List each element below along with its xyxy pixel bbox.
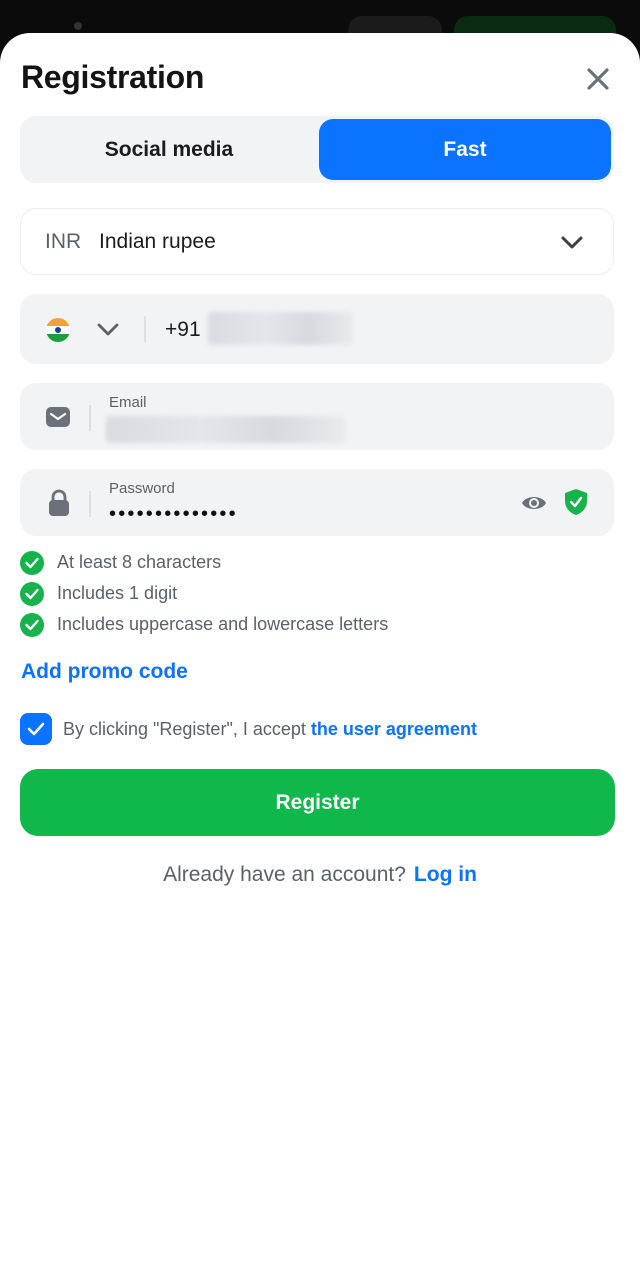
login-prompt: Already have an account? Log in [0, 863, 640, 887]
password-field: Password •••••••••••••• [20, 469, 614, 536]
close-button[interactable] [580, 61, 616, 97]
close-icon [587, 68, 609, 90]
email-input[interactable] [106, 416, 346, 443]
login-prompt-text: Already have an account? [163, 863, 406, 886]
page-title: Registration [21, 59, 205, 95]
rule-text: Includes 1 digit [57, 583, 178, 603]
currency-name: Indian rupee [99, 230, 216, 253]
mail-icon [46, 407, 70, 427]
check-circle-icon [20, 581, 44, 606]
tab-social-media[interactable]: Social media [23, 119, 315, 180]
check-circle-icon [20, 550, 44, 575]
list-item: Includes 1 digit [20, 578, 388, 609]
currency-select[interactable]: INR Indian rupee [20, 208, 614, 275]
register-button[interactable]: Register [20, 769, 615, 836]
password-input[interactable]: •••••••••••••• [109, 503, 238, 526]
phone-field: +91 [20, 294, 614, 364]
divider [144, 316, 146, 342]
agreement-text: By clicking "Register", I accept [63, 718, 306, 739]
shield-icon [565, 489, 587, 515]
lock-icon [49, 489, 69, 516]
agreement-row: By clicking "Register", I accept the use… [20, 713, 477, 745]
check-circle-icon [20, 612, 44, 637]
currency-code: INR [45, 230, 82, 253]
phone-country-code: +91 [165, 318, 201, 341]
registration-sheet: Registration Social media Fast INR India… [0, 33, 640, 1280]
email-label: Email [109, 394, 147, 411]
agreement-checkbox[interactable] [20, 713, 52, 745]
eye-icon [522, 497, 546, 509]
email-field: Email [20, 383, 614, 450]
add-promo-code-link[interactable]: Add promo code [21, 660, 188, 684]
divider [89, 491, 91, 517]
list-item: Includes uppercase and lowercase letters [20, 609, 388, 640]
checkmark-icon [27, 722, 45, 736]
registration-tabs: Social media Fast [20, 116, 614, 183]
list-item: At least 8 characters [20, 547, 388, 578]
phone-number-input[interactable] [208, 312, 353, 345]
chevron-down-icon [561, 236, 583, 249]
divider [89, 405, 91, 431]
india-flag-icon [46, 318, 70, 342]
login-link[interactable]: Log in [414, 863, 477, 886]
user-agreement-link[interactable]: the user agreement [311, 719, 477, 740]
password-rules: At least 8 characters Includes 1 digit I… [20, 547, 388, 640]
rule-text: At least 8 characters [57, 552, 222, 572]
rule-text: Includes uppercase and lowercase letters [57, 614, 389, 634]
tab-fast[interactable]: Fast [319, 119, 611, 180]
password-label: Password [109, 480, 175, 497]
country-chevron-down-icon[interactable] [96, 317, 120, 341]
background-dot [74, 22, 82, 30]
